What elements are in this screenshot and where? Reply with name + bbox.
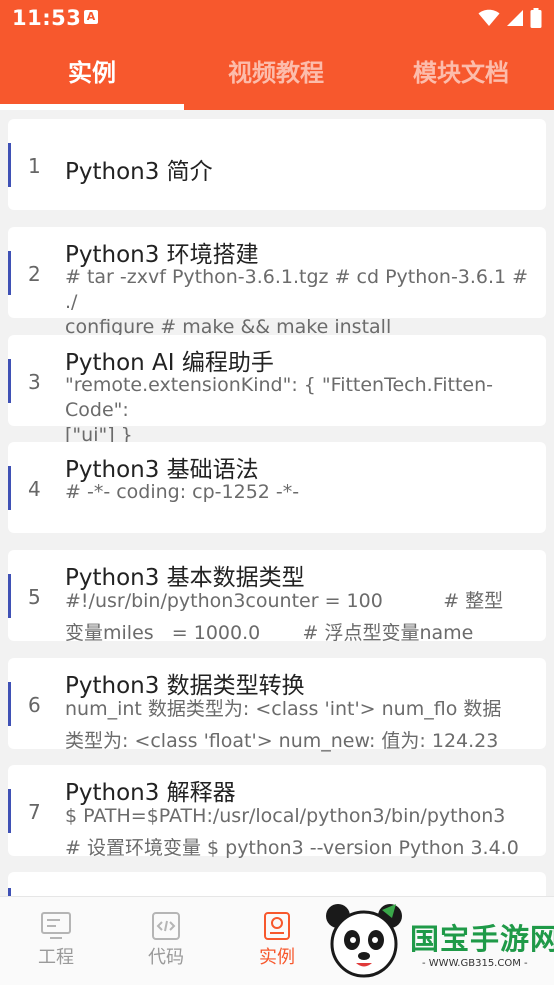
item-accent-bar — [8, 359, 11, 403]
battery-icon — [530, 8, 542, 28]
panda-logo-icon — [326, 904, 402, 978]
item-number: 5 — [28, 585, 41, 609]
item-accent-bar — [8, 574, 11, 618]
project-icon — [41, 912, 71, 939]
wifi-icon — [478, 9, 500, 26]
status-bar: 11:53 A — [0, 0, 554, 36]
tab-module-docs[interactable]: 模块文档 — [369, 50, 553, 102]
item-title: Python AI 编程助手 — [65, 350, 274, 376]
item-description: #!/usr/bin/python3counter = 100 # 整型 变量m… — [65, 590, 504, 644]
item-accent-bar — [8, 143, 11, 187]
tab-video-tutorials[interactable]: 视频教程 — [184, 50, 368, 102]
item-description: "remote.extensionKind": { "FittenTech.Fi… — [65, 374, 494, 446]
item-accent-bar — [8, 466, 11, 510]
list-item[interactable] — [8, 872, 546, 896]
item-description: num_int 数据类型为: <class 'int'> num_flo 数据 … — [65, 698, 502, 752]
list-item[interactable]: 6 Python3 数据类型转换 num_int 数据类型为: <class '… — [8, 658, 546, 752]
list-item[interactable]: 3 Python AI 编程助手 "remote.extensionKind":… — [8, 335, 546, 446]
list-item[interactable]: 7 Python3 解释器 $ PATH=$PATH:/usr/local/py… — [8, 765, 546, 859]
code-icon — [152, 912, 180, 940]
tab-examples[interactable]: 实例 — [0, 50, 184, 102]
item-title: Python3 环境搭建 — [65, 242, 259, 268]
site-watermark: 国宝手游网 - WWW.GB315.COM - — [318, 900, 554, 984]
item-number: 7 — [28, 800, 41, 824]
watermark-brand: 国宝手游网 — [410, 922, 554, 956]
nav-examples-label: 实例 — [259, 947, 295, 968]
item-description: # tar -zxvf Python-3.6.1.tgz # cd Python… — [65, 266, 529, 338]
list-item[interactable]: 1 Python3 简介 — [8, 119, 546, 210]
item-number: 2 — [28, 262, 41, 286]
item-description: # -*- coding: cp-1252 -*- — [65, 481, 300, 503]
nav-project-label: 工程 — [38, 947, 74, 968]
item-accent-bar — [8, 789, 11, 833]
status-time: 11:53 — [12, 6, 82, 30]
app-header: 11:53 A 实例 视频教程 模块文档 — [0, 0, 554, 110]
item-number: 6 — [28, 693, 41, 717]
item-description: $ PATH=$PATH:/usr/local/python3/bin/pyth… — [65, 805, 519, 859]
list-item[interactable]: 2 Python3 环境搭建 # tar -zxvf Python-3.6.1.… — [8, 227, 546, 338]
item-accent-bar — [8, 251, 11, 295]
nav-code-label: 代码 — [148, 947, 184, 968]
item-number: 4 — [28, 477, 41, 501]
watermark-url: - WWW.GB315.COM - — [422, 958, 528, 969]
item-accent-bar — [8, 888, 11, 896]
item-title: Python3 简介 — [65, 159, 213, 185]
top-tabs: 实例 视频教程 模块文档 — [0, 50, 554, 110]
nav-examples[interactable]: 实例 — [237, 911, 317, 969]
signal-icon — [507, 10, 523, 26]
item-accent-bar — [8, 682, 11, 726]
app-notification-icon: A — [84, 10, 98, 24]
status-icons — [478, 8, 542, 28]
nav-project[interactable]: 工程 — [16, 911, 96, 969]
item-number: 1 — [28, 154, 41, 178]
example-icon — [264, 912, 290, 940]
item-title: Python3 基础语法 — [65, 457, 259, 483]
item-number: 3 — [28, 370, 41, 394]
example-list[interactable]: 1 Python3 简介 2 Python3 环境搭建 # tar -zxvf … — [0, 110, 554, 896]
list-item[interactable]: 4 Python3 基础语法 # -*- coding: cp-1252 -*- — [8, 442, 546, 533]
nav-code[interactable]: 代码 — [126, 911, 206, 969]
list-item[interactable]: 5 Python3 基本数据类型 #!/usr/bin/python3count… — [8, 550, 546, 644]
